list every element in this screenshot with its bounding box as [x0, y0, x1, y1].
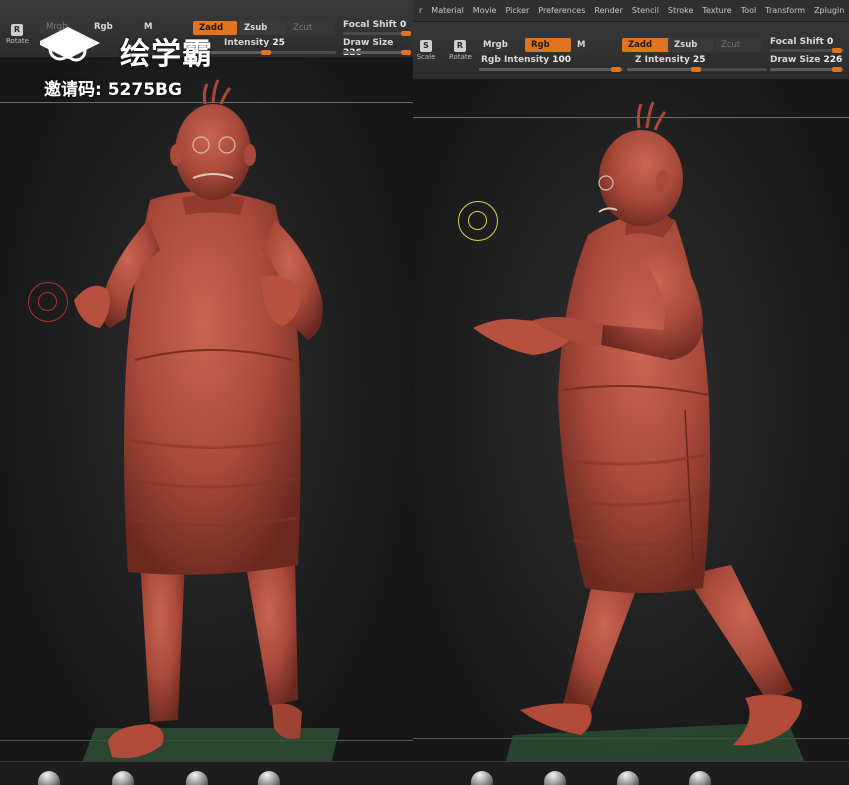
focal-shift-value: 0 — [399, 20, 407, 30]
slider-knob[interactable] — [401, 50, 411, 55]
ear — [656, 170, 670, 194]
bottom-tray — [0, 761, 413, 785]
material-sphere-icon[interactable] — [186, 771, 208, 785]
menu-item-render[interactable]: Render — [594, 6, 622, 15]
material-sphere-icon[interactable] — [617, 771, 639, 785]
head — [175, 104, 251, 200]
menu-item-tool[interactable]: Tool — [741, 6, 757, 15]
zcut-button[interactable]: Zcut — [715, 38, 761, 52]
material-sphere-icon[interactable] — [258, 771, 280, 785]
menu-item-texture[interactable]: Texture — [702, 6, 731, 15]
scale-label: Scale — [416, 53, 436, 61]
material-sphere-icon[interactable] — [112, 771, 134, 785]
menu-item-zplugin[interactable]: Zplugin — [814, 6, 844, 15]
back-leg — [563, 580, 638, 710]
left-ear — [170, 144, 182, 166]
slider-knob[interactable] — [832, 48, 842, 53]
z-intensity-readout[interactable]: Intensity 25 — [224, 38, 285, 48]
right-ear — [244, 144, 256, 166]
slider-knob[interactable] — [691, 67, 701, 72]
document-canvas[interactable] — [413, 80, 849, 785]
focal-shift-slider[interactable] — [770, 48, 844, 53]
draw-size-label: Draw Size — [343, 38, 394, 48]
draw-size-slider[interactable] — [770, 67, 844, 72]
left-leg — [140, 560, 185, 722]
rgb-intensity-readout[interactable]: Rgb Intensity 100 — [481, 55, 571, 65]
main-menu-bar: r Material Movie Picker Preferences Render Ste… — [413, 0, 849, 22]
z-intensity-value: 25 — [692, 55, 706, 65]
z-intensity-value: 25 — [272, 38, 285, 48]
slider-knob[interactable] — [832, 67, 842, 72]
zsub-button[interactable]: Zsub — [238, 21, 286, 35]
focal-shift-slider[interactable] — [343, 31, 411, 36]
z-intensity-label: Z Intensity — [635, 55, 690, 65]
logo-icon — [40, 27, 100, 62]
mrgb-button[interactable]: Mrgb — [477, 38, 514, 52]
draw-size-label: Draw Size — [770, 55, 821, 65]
zsub-button[interactable]: Zsub — [668, 38, 714, 52]
back-shoe — [520, 703, 592, 735]
z-intensity-readout[interactable]: Z Intensity 25 — [635, 55, 706, 65]
zcut-button[interactable]: Zcut — [287, 21, 335, 35]
menu-item-movie[interactable]: Movie — [473, 6, 497, 15]
watermark: 绘学霸 邀请码: 5275BG — [36, 25, 226, 105]
slider-knob[interactable] — [611, 67, 621, 72]
rgb-intensity-slider[interactable] — [479, 67, 623, 72]
z-intensity-slider[interactable] — [627, 67, 767, 72]
menu-item-transform[interactable]: Transform — [765, 6, 805, 15]
sculpt-model-front[interactable] — [0, 58, 413, 785]
hair-tuft — [636, 101, 667, 131]
menu-item-stroke[interactable]: Stroke — [668, 6, 694, 15]
z-intensity-label: Intensity — [224, 38, 270, 48]
m-button[interactable]: M — [571, 38, 592, 52]
menu-item-material[interactable]: Material — [431, 6, 464, 15]
rgb-intensity-label: Rgb Intensity — [481, 55, 550, 65]
rotate-button[interactable]: R Rotate — [449, 40, 472, 61]
viewport-left-pane: R Rotate Mrgb Rgb M Zadd Zsub Zcut Inten… — [0, 0, 413, 785]
top-toolbar: r Material Movie Picker Preferences Render Ste… — [413, 0, 849, 80]
rgb-intensity-value: 100 — [552, 55, 572, 65]
draw-size-value: 226 — [823, 55, 843, 65]
right-leg — [245, 560, 298, 706]
scale-button[interactable]: S Scale — [415, 40, 437, 61]
brush-cursor — [28, 282, 68, 322]
focal-shift-readout[interactable]: Focal Shift 0 — [343, 20, 406, 30]
viewport-right-pane: r Material Movie Picker Preferences Render Ste… — [413, 0, 849, 785]
sculpt-model-side[interactable] — [413, 80, 849, 785]
menu-item-r[interactable]: r — [419, 6, 422, 15]
focal-shift-label: Focal Shift — [770, 37, 824, 47]
slider-knob[interactable] — [261, 50, 271, 55]
zadd-button[interactable]: Zadd — [622, 38, 670, 52]
draw-size-readout[interactable]: Draw Size 226 — [770, 55, 842, 65]
menu-item-picker[interactable]: Picker — [505, 6, 529, 15]
watermark-invite-code: 邀请码: 5275BG — [44, 80, 182, 100]
focal-shift-readout[interactable]: Focal Shift 0 — [770, 37, 833, 47]
slider-knob[interactable] — [401, 31, 411, 36]
draw-size-readout[interactable]: Draw Size 226 — [343, 38, 413, 58]
material-sphere-icon[interactable] — [471, 771, 493, 785]
rotate-label: Rotate — [6, 37, 29, 45]
rgb-button[interactable]: Rgb — [525, 38, 571, 52]
focal-shift-label: Focal Shift — [343, 20, 397, 30]
bottom-tray — [413, 761, 849, 785]
rotate-label: Rotate — [449, 53, 472, 61]
rotate-icon: R — [454, 40, 466, 52]
material-sphere-icon[interactable] — [544, 771, 566, 785]
focal-shift-value: 0 — [826, 37, 834, 47]
document-canvas[interactable] — [0, 58, 413, 785]
rotate-icon: R — [11, 24, 23, 36]
watermark-brand: 绘学霸 — [120, 37, 213, 72]
material-sphere-icon[interactable] — [689, 771, 711, 785]
scale-icon: S — [420, 40, 432, 52]
menu-item-stencil[interactable]: Stencil — [632, 6, 659, 15]
rotate-button[interactable]: R Rotate — [6, 24, 29, 45]
draw-size-slider[interactable] — [343, 50, 411, 55]
menu-item-preferences[interactable]: Preferences — [538, 6, 585, 15]
material-sphere-icon[interactable] — [38, 771, 60, 785]
brush-cursor — [458, 201, 498, 241]
